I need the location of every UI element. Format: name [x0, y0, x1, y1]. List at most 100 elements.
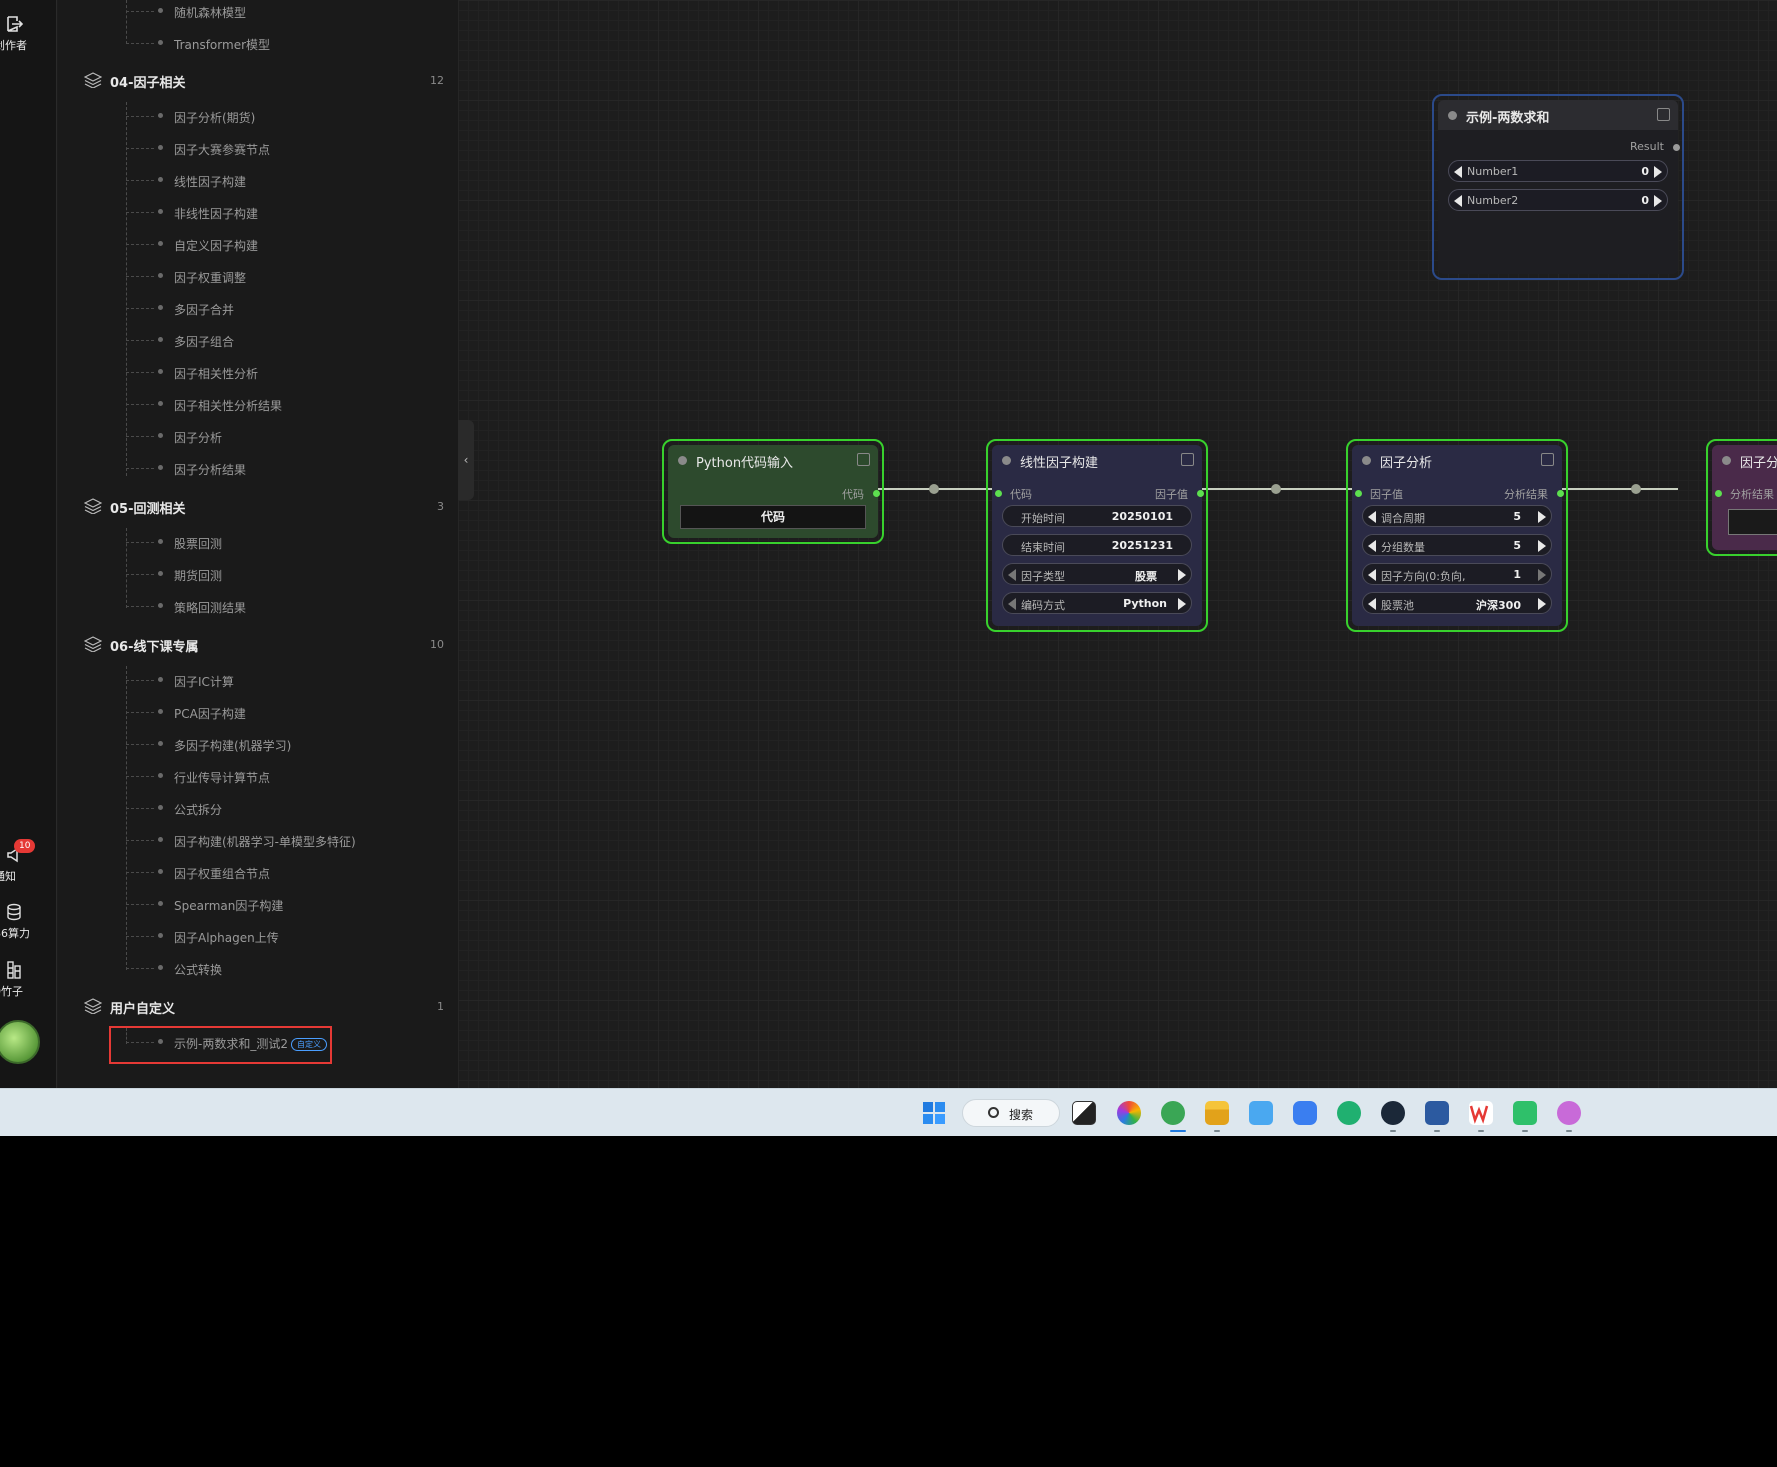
- search-icon: [988, 1107, 999, 1118]
- input-port[interactable]: 分析结果: [1712, 486, 1777, 502]
- next-arrow-icon[interactable]: [1538, 598, 1546, 610]
- creator-label: 创作者: [0, 39, 27, 52]
- creator-button[interactable]: 创作者: [0, 14, 57, 53]
- steam-icon[interactable]: [1381, 1101, 1405, 1125]
- decrement-arrow-icon[interactable]: [1368, 540, 1376, 552]
- app-green-icon[interactable]: [1337, 1101, 1361, 1125]
- running-indicator: [1478, 1130, 1484, 1132]
- output-port-dot[interactable]: [1557, 490, 1564, 497]
- node-factor-analysis-result[interactable]: 因子分 分析结果: [1706, 439, 1777, 556]
- io-port-row[interactable]: 因子值 分析结果: [1352, 486, 1564, 502]
- result-display: [1728, 509, 1777, 535]
- code-button[interactable]: 代码: [680, 505, 866, 529]
- decrement-arrow-icon[interactable]: [1454, 195, 1462, 207]
- link-analysis-partial: [1556, 488, 1678, 490]
- compute-label: 86算力: [0, 927, 30, 940]
- output-port[interactable]: Result: [1438, 140, 1680, 156]
- active-indicator: [1170, 1130, 1186, 1132]
- node-sum-example[interactable]: 示例-两数求和 Result Number1 0 Number2 0: [1432, 94, 1684, 280]
- next-arrow-icon[interactable]: [1178, 598, 1186, 610]
- number1-widget[interactable]: Number1 0: [1448, 160, 1668, 182]
- output-port-dot[interactable]: [1197, 490, 1204, 497]
- number2-widget[interactable]: Number2 0: [1448, 189, 1668, 211]
- collapse-sidebar-button[interactable]: ‹: [458, 420, 474, 500]
- node-title: Python代码输入: [696, 456, 794, 471]
- edit-icon[interactable]: [1181, 453, 1194, 466]
- compute-button[interactable]: 86算力: [0, 902, 57, 941]
- exit-icon: [7, 16, 24, 32]
- windows-start-icon[interactable]: [922, 1101, 946, 1125]
- port-dot[interactable]: [873, 490, 880, 497]
- prev-arrow-icon[interactable]: [1368, 598, 1376, 610]
- group-user-custom[interactable]: 用户自定义 1: [84, 996, 444, 1018]
- io-port-row[interactable]: 代码 因子值: [992, 486, 1204, 502]
- remote-desktop-icon[interactable]: [1425, 1101, 1449, 1125]
- input-port-dot[interactable]: [1355, 490, 1362, 497]
- node-header[interactable]: 因子分析: [1352, 445, 1562, 475]
- node-title: 线性因子构建: [1020, 456, 1099, 471]
- port-dot[interactable]: [1673, 144, 1680, 151]
- copilot-icon[interactable]: [1117, 1101, 1141, 1125]
- prev-arrow-icon[interactable]: [1008, 569, 1016, 581]
- node-status-dot: [1448, 111, 1457, 120]
- editor-icon[interactable]: [1293, 1101, 1317, 1125]
- end-date-widget[interactable]: 结束时间 20251231: [1002, 534, 1192, 556]
- file-explorer-icon[interactable]: [1205, 1101, 1229, 1125]
- bamboo-button[interactable]: 0竹子: [0, 960, 57, 999]
- user-avatar[interactable]: [0, 1020, 40, 1064]
- task-view-icon[interactable]: [1072, 1101, 1096, 1125]
- decrement-arrow-icon[interactable]: [1454, 166, 1462, 178]
- node-linear-factor[interactable]: 线性因子构建 代码 因子值 开始时间 20250101 结束时间 20251231 …: [986, 439, 1208, 632]
- node-title: 因子分析: [1380, 456, 1433, 471]
- group-count-widget[interactable]: 分组数量 5: [1362, 534, 1552, 556]
- output-port[interactable]: 代码: [668, 486, 880, 502]
- increment-arrow-icon[interactable]: [1654, 195, 1662, 207]
- node-header[interactable]: 因子分: [1712, 445, 1777, 475]
- running-indicator: [1390, 1130, 1396, 1132]
- factor-type-combo[interactable]: 因子类型 股票: [1002, 563, 1192, 585]
- group-05-backtest[interactable]: 05-回测相关 3: [84, 496, 444, 518]
- edit-icon[interactable]: [857, 453, 870, 466]
- tree-line: [126, 0, 127, 44]
- node-factor-analysis[interactable]: 因子分析 因子值 分析结果 调合周期 5 分组数量 5 因子方向(0:负向, 1…: [1346, 439, 1568, 632]
- input-port-dot[interactable]: [995, 490, 1002, 497]
- bamboo-label: 0竹子: [0, 985, 23, 998]
- reroute-dot[interactable]: [1631, 484, 1641, 494]
- node-python-input[interactable]: Python代码输入 代码 代码: [662, 439, 884, 544]
- prev-arrow-icon[interactable]: [1008, 598, 1016, 610]
- edit-icon[interactable]: [1657, 108, 1670, 121]
- edge-browser-icon[interactable]: [1161, 1101, 1185, 1125]
- increment-arrow-icon[interactable]: [1654, 166, 1662, 178]
- increment-arrow-icon[interactable]: [1538, 540, 1546, 552]
- direction-widget[interactable]: 因子方向(0:负向, 1: [1362, 563, 1552, 585]
- workflow-canvas[interactable]: 示例-两数求和 Result Number1 0 Number2 0 Pytho…: [458, 0, 1777, 1088]
- next-arrow-icon[interactable]: [1178, 569, 1186, 581]
- group-04-factor[interactable]: 04-因子相关 12: [84, 70, 444, 92]
- chat-icon[interactable]: [1513, 1101, 1537, 1125]
- node-header[interactable]: 线性因子构建: [992, 445, 1202, 475]
- reroute-dot[interactable]: [929, 484, 939, 494]
- node-header[interactable]: 示例-两数求和: [1438, 100, 1678, 130]
- encoding-combo[interactable]: 编码方式 Python: [1002, 592, 1192, 614]
- wps-icon[interactable]: [1469, 1101, 1493, 1125]
- taskbar-search[interactable]: 搜索: [962, 1099, 1060, 1127]
- layers-icon: [84, 998, 102, 1014]
- node-header[interactable]: Python代码输入: [668, 445, 878, 475]
- start-date-widget[interactable]: 开始时间 20250101: [1002, 505, 1192, 527]
- input-port-dot[interactable]: [1715, 490, 1722, 497]
- reroute-dot[interactable]: [1271, 484, 1281, 494]
- cat-app-icon[interactable]: [1557, 1101, 1581, 1125]
- increment-arrow-icon[interactable]: [1538, 511, 1546, 523]
- windows-taskbar: 搜索: [0, 1088, 1777, 1136]
- decrement-arrow-icon[interactable]: [1368, 511, 1376, 523]
- decrement-arrow-icon[interactable]: [1368, 569, 1376, 581]
- folder-icon[interactable]: [1249, 1101, 1273, 1125]
- period-widget[interactable]: 调合周期 5: [1362, 505, 1552, 527]
- increment-arrow-icon[interactable]: [1538, 569, 1546, 581]
- notify-button[interactable]: 10 通知: [0, 839, 57, 884]
- stock-pool-combo[interactable]: 股票池 沪深300: [1362, 592, 1552, 614]
- edit-icon[interactable]: [1541, 453, 1554, 466]
- node-status-dot: [1362, 456, 1371, 465]
- group-count: 1: [437, 1000, 444, 1013]
- group-06-offline[interactable]: 06-线下课专属 10: [84, 634, 444, 656]
